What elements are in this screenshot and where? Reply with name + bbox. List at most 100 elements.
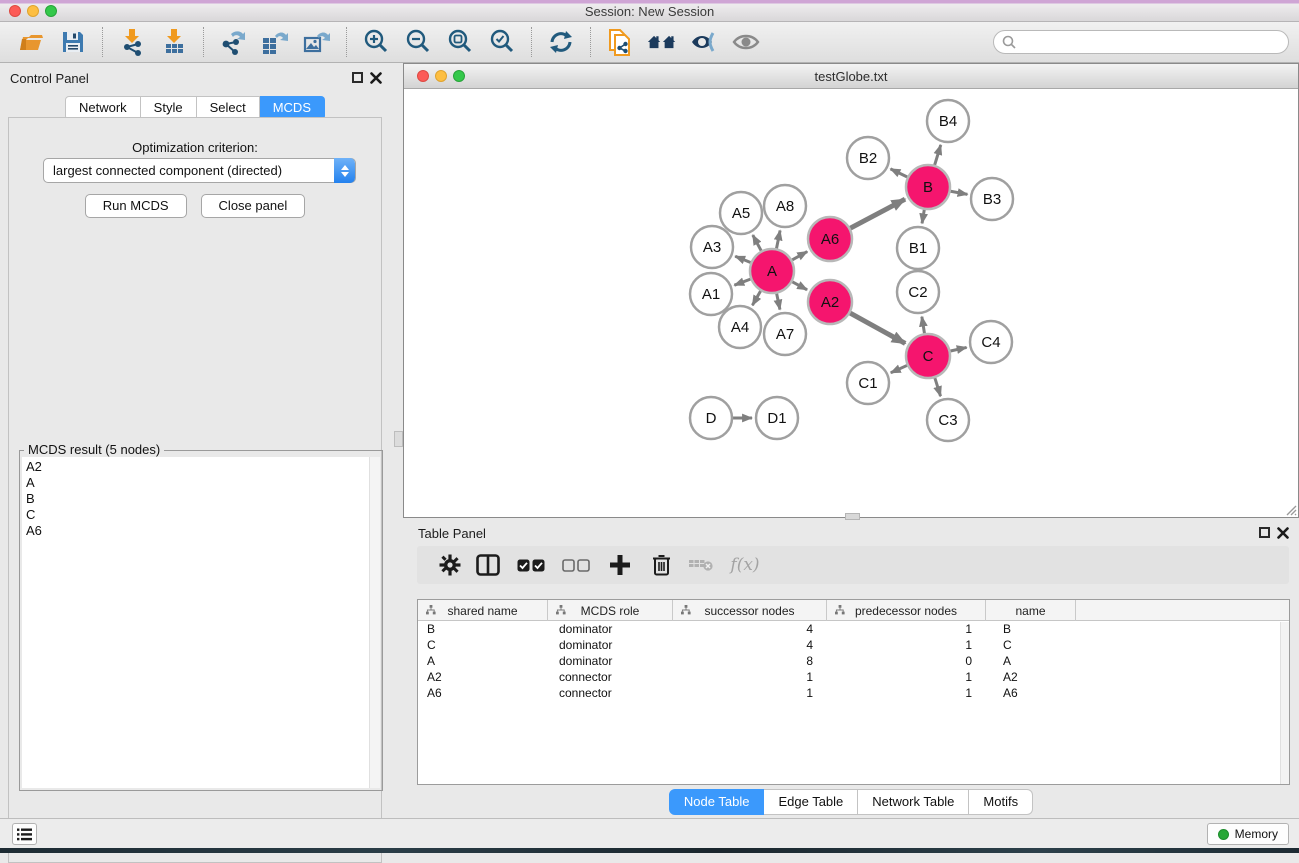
save-session-icon[interactable] — [58, 27, 88, 57]
tab-node-table[interactable]: Node Table — [669, 789, 765, 815]
import-table-icon[interactable] — [159, 27, 189, 57]
search-field[interactable] — [993, 30, 1289, 54]
run-mcds-button[interactable]: Run MCDS — [85, 194, 187, 218]
column-header-successor-nodes[interactable]: successor nodes — [673, 600, 827, 621]
close-network-button[interactable] — [417, 70, 429, 82]
close-panel-icon[interactable] — [370, 72, 382, 84]
close-window-button[interactable] — [9, 5, 21, 17]
graph-node-A8[interactable]: A8 — [764, 185, 806, 227]
column-header-predecessor-nodes[interactable]: predecessor nodes — [827, 600, 986, 621]
graph-edge-A2-C[interactable] — [850, 313, 905, 343]
graph-node-A[interactable]: A — [750, 249, 794, 293]
table-row[interactable]: Bdominator41B — [418, 621, 1289, 637]
network-window-titlebar[interactable]: testGlobe.txt — [404, 64, 1298, 89]
export-network-icon[interactable] — [218, 27, 248, 57]
refresh-layout-icon[interactable] — [546, 27, 576, 57]
mcds-result-item[interactable]: C — [26, 507, 369, 523]
node-table[interactable]: shared nameMCDS rolesuccessor nodesprede… — [417, 599, 1290, 785]
open-file-icon[interactable] — [16, 27, 46, 57]
float-table-panel-icon[interactable] — [1259, 527, 1270, 538]
graph-node-A1[interactable]: A1 — [690, 273, 732, 315]
table-row[interactable]: Cdominator41C — [418, 637, 1289, 653]
graph-edge-C-C1[interactable] — [891, 365, 907, 372]
zoom-in-icon[interactable] — [361, 27, 391, 57]
graph-edge-A-A5[interactable] — [753, 235, 761, 251]
graph-node-C2[interactable]: C2 — [897, 271, 939, 313]
graph-edge-A-A8[interactable] — [777, 231, 781, 249]
zoom-fit-icon[interactable] — [445, 27, 475, 57]
graph-node-C4[interactable]: C4 — [970, 321, 1012, 363]
hide-graphics-details-icon[interactable] — [689, 27, 719, 57]
table-row[interactable]: A6connector11A6 — [418, 685, 1289, 701]
graph-node-C1[interactable]: C1 — [847, 362, 889, 404]
graph-edge-B-B4[interactable] — [935, 145, 941, 165]
split-columns-icon[interactable] — [467, 550, 509, 580]
graph-node-B1[interactable]: B1 — [897, 227, 939, 269]
graph-edge-A-A7[interactable] — [777, 294, 780, 310]
graph-edge-A6-B[interactable] — [850, 199, 905, 228]
graph-node-A2[interactable]: A2 — [808, 280, 852, 324]
add-column-icon[interactable] — [599, 550, 641, 580]
column-header-shared-name[interactable]: shared name — [418, 600, 548, 621]
tab-motifs[interactable]: Motifs — [969, 789, 1033, 815]
graph-edge-C-C3[interactable] — [935, 378, 941, 396]
mcds-result-item[interactable]: A2 — [26, 459, 369, 475]
graph-node-C3[interactable]: C3 — [927, 399, 969, 441]
zoom-selected-icon[interactable] — [487, 27, 517, 57]
network-overview-icon[interactable] — [647, 27, 677, 57]
criterion-select[interactable]: largest connected component (directed) — [43, 158, 356, 183]
memory-button[interactable]: Memory — [1207, 823, 1289, 845]
graph-edge-B-B1[interactable] — [922, 210, 924, 224]
graph-node-B3[interactable]: B3 — [971, 178, 1013, 220]
show-graphics-details-icon[interactable] — [731, 27, 761, 57]
mcds-result-item[interactable]: A — [26, 475, 369, 491]
graph-edge-C-C2[interactable] — [922, 317, 925, 334]
mcds-result-item[interactable]: A6 — [26, 523, 369, 539]
close-panel-button[interactable]: Close panel — [201, 194, 306, 218]
close-table-panel-icon[interactable] — [1277, 527, 1289, 539]
network-canvas[interactable]: B4B2BB3A5A8A6B1A3AC2A1A2A4A7C4CC1C3DD1 — [404, 89, 1298, 517]
export-table-icon[interactable] — [260, 27, 290, 57]
float-panel-icon[interactable] — [352, 72, 363, 83]
mcds-result-item[interactable]: B — [26, 491, 369, 507]
graph-node-B[interactable]: B — [906, 165, 950, 209]
graph-edge-A-A1[interactable] — [734, 279, 750, 285]
zoom-window-button[interactable] — [45, 5, 57, 17]
deselect-all-checkboxes-icon[interactable] — [553, 550, 599, 580]
task-history-button[interactable] — [12, 823, 37, 845]
column-header-mcds-role[interactable]: MCDS role — [548, 600, 673, 621]
graph-edge-A-A6[interactable] — [792, 252, 807, 260]
graph-node-A7[interactable]: A7 — [764, 313, 806, 355]
graph-node-D1[interactable]: D1 — [756, 397, 798, 439]
zoom-out-icon[interactable] — [403, 27, 433, 57]
graph-node-A3[interactable]: A3 — [691, 226, 733, 268]
export-image-icon[interactable] — [302, 27, 332, 57]
graph-node-C[interactable]: C — [906, 334, 950, 378]
zoom-network-button[interactable] — [453, 70, 465, 82]
graph-edge-A-A3[interactable] — [735, 256, 750, 262]
minimize-window-button[interactable] — [27, 5, 39, 17]
column-header-name[interactable]: name — [986, 600, 1076, 621]
table-row[interactable]: Adominator80A — [418, 653, 1289, 669]
graph-edge-B-B3[interactable] — [951, 191, 968, 194]
table-row[interactable]: A2connector11A2 — [418, 669, 1289, 685]
table-settings-gear-icon[interactable] — [433, 550, 467, 580]
graph-node-A5[interactable]: A5 — [720, 192, 762, 234]
mcds-list-scrollbar[interactable] — [370, 457, 380, 788]
duplicate-network-icon[interactable] — [605, 27, 635, 57]
graph-edge-B-B2[interactable] — [891, 169, 908, 177]
graph-node-B2[interactable]: B2 — [847, 137, 889, 179]
graph-node-A6[interactable]: A6 — [808, 217, 852, 261]
tab-edge-table[interactable]: Edge Table — [764, 789, 858, 815]
tab-network-table[interactable]: Network Table — [858, 789, 969, 815]
graph-edge-C-C4[interactable] — [950, 347, 966, 351]
select-all-checkboxes-icon[interactable] — [509, 550, 553, 580]
graph-node-A4[interactable]: A4 — [719, 306, 761, 348]
mcds-result-list[interactable]: A2ABCA6 — [22, 457, 370, 788]
minimize-network-button[interactable] — [435, 70, 447, 82]
graph-node-D[interactable]: D — [690, 397, 732, 439]
graph-edge-A-A2[interactable] — [792, 282, 807, 290]
graph-edge-A-A4[interactable] — [752, 291, 760, 305]
vertical-splitter-handle[interactable] — [394, 431, 403, 447]
horizontal-splitter-handle[interactable] — [845, 513, 860, 520]
